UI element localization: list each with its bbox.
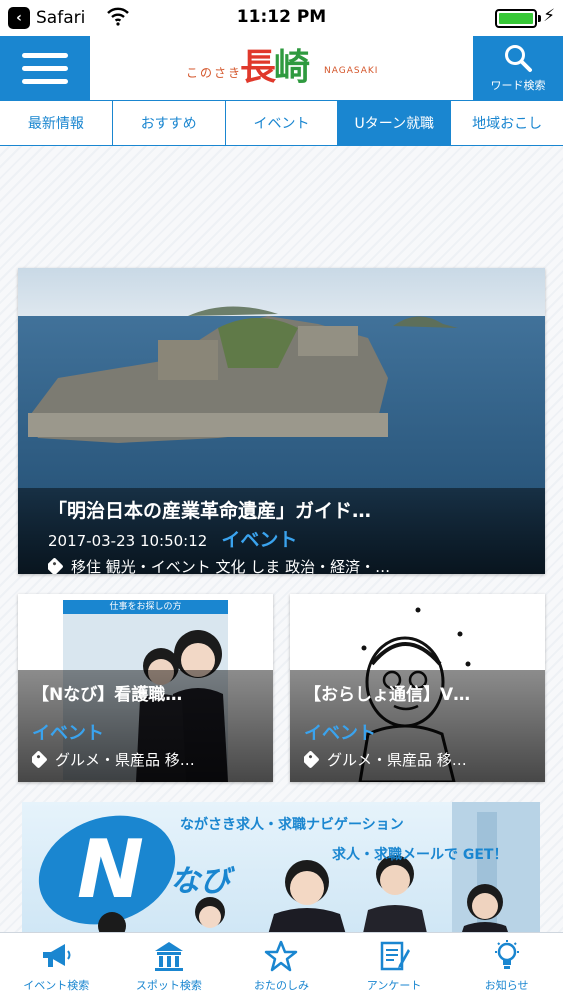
search-icon: [505, 45, 532, 72]
nav-notices-label: お知らせ: [484, 979, 529, 992]
star-icon: [265, 940, 298, 972]
logo-english-text: NAGASAKI: [324, 66, 379, 76]
nav-survey-label: アンケート: [366, 979, 422, 992]
nnavi-banner[interactable]: N なび ながさき求人・求職ナビゲーション 求人・求職メールで GET！: [22, 802, 540, 932]
tab-events[interactable]: イベント: [226, 101, 339, 145]
nnavi-logo-text: なび: [170, 864, 230, 899]
card-left-caption: 【Nなび】看護職… イベント グルメ・県産品 移…: [18, 670, 273, 782]
tab-u-turn-jobs[interactable]: Uターン就職: [338, 101, 452, 145]
card-right-title[interactable]: 【おらしょ通信】V…: [304, 680, 531, 705]
megaphone-icon: [43, 944, 71, 967]
search-label: ワード検索: [490, 79, 546, 92]
word-search-button[interactable]: ワード検索: [473, 36, 563, 100]
banner-headline: ながさき求人・求職ナビゲーション: [180, 817, 404, 833]
tab-latest[interactable]: 最新情報: [0, 101, 113, 145]
category-tabs: 最新情報 おすすめ イベント Uターン就職 地域おこし: [0, 100, 563, 146]
nav-survey[interactable]: アンケート: [338, 933, 451, 1000]
article-card-nnavi[interactable]: 仕事をお探しの方 【Nなび】看護職… イベント グルメ・県産品 移…: [18, 594, 273, 782]
status-time: 11:12 PM: [236, 7, 327, 27]
survey-icon: [380, 941, 411, 971]
lightbulb-icon: [494, 940, 519, 969]
hero-category[interactable]: イベント: [221, 525, 297, 552]
card-right-category[interactable]: イベント: [304, 719, 531, 745]
app-logo[interactable]: このさき 長崎 NAGASAKI: [186, 46, 379, 90]
tag-icon: [304, 750, 320, 769]
card-left-tag-list[interactable]: グルメ・県産品 移…: [55, 749, 195, 770]
hero-tags: 移住 観光・イベント 文化 しま 政治・経済・…: [48, 556, 525, 574]
nav-spot-search-label: スポット検索: [135, 979, 202, 992]
content-feed[interactable]: 「明治日本の産業革命遺産」ガイド… 2017-03-23 10:50:12 イベ…: [0, 146, 563, 932]
hero-meta: 2017-03-23 10:50:12 イベント: [48, 525, 525, 552]
logo-small-text: このさき: [186, 66, 243, 80]
card-left-tags: グルメ・県産品 移…: [32, 749, 259, 770]
charging-icon: ⚡: [543, 6, 555, 26]
tab-regional-revitalization[interactable]: 地域おこし: [451, 101, 563, 145]
battery-icon: [495, 9, 541, 28]
tag-icon: [32, 750, 48, 769]
status-bar: ‹ Safari 11:12 PM ⚡: [0, 0, 563, 36]
article-card-orasho[interactable]: 【おらしょ通信】V… イベント グルメ・県産品 移…: [290, 594, 545, 782]
nav-event-search[interactable]: イベント検索: [0, 933, 113, 1000]
nav-notices[interactable]: お知らせ: [450, 933, 563, 1000]
hero-article-card[interactable]: 「明治日本の産業革命遺産」ガイド… 2017-03-23 10:50:12 イベ…: [18, 268, 545, 574]
svg-text:N: N: [77, 823, 144, 916]
nav-spot-search[interactable]: スポット検索: [113, 933, 226, 1000]
card-right-tags: グルメ・県産品 移…: [304, 749, 531, 770]
menu-button[interactable]: [0, 36, 90, 100]
card-right-caption: 【おらしょ通信】V… イベント グルメ・県産品 移…: [290, 670, 545, 782]
banner-subline: 求人・求職メールで GET！: [332, 847, 508, 863]
hero-tag-list[interactable]: 移住 観光・イベント 文化 しま 政治・経済・…: [71, 556, 390, 574]
hero-title[interactable]: 「明治日本の産業革命遺産」ガイド…: [48, 496, 525, 523]
nav-event-search-label: イベント検索: [23, 979, 90, 992]
card-left-title[interactable]: 【Nなび】看護職…: [32, 680, 259, 705]
bottom-navigation: イベント検索 スポット検索 おたのしみ アンケート お知らせ: [0, 932, 563, 1000]
app-header: このさき 長崎 NAGASAKI ワード検索: [0, 36, 563, 100]
nav-fun-label: おたのしみ: [253, 979, 309, 992]
card-right-tag-list[interactable]: グルメ・県産品 移…: [327, 749, 467, 770]
nav-fun[interactable]: おたのしみ: [225, 933, 338, 1000]
hamburger-icon: [22, 52, 68, 58]
card-left-category[interactable]: イベント: [32, 719, 259, 745]
hero-caption: 「明治日本の産業革命遺産」ガイド… 2017-03-23 10:50:12 イベ…: [18, 488, 545, 574]
logo-main-text: 長崎: [240, 47, 310, 88]
tag-icon: [48, 557, 64, 574]
building-icon: [154, 942, 183, 971]
tab-recommended[interactable]: おすすめ: [113, 101, 226, 145]
job-banner-label: 仕事をお探しの方: [109, 602, 182, 612]
hero-date: 2017-03-23 10:50:12: [48, 532, 208, 550]
